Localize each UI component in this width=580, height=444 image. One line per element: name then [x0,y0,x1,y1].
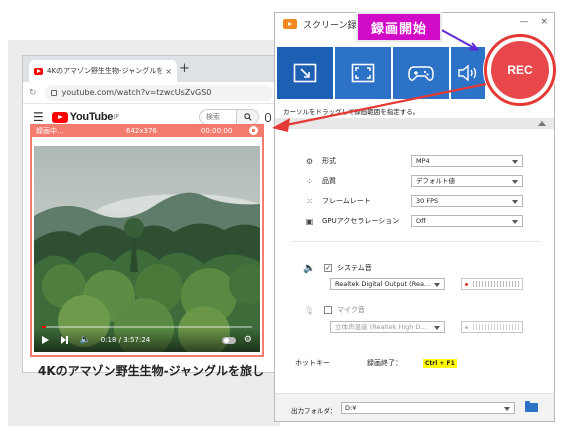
video-player[interactable]: 🔈 0:18 / 3:57:24 ⚙ [34,146,260,352]
recording-size: 642x376 [126,126,157,135]
mic-audio-device-row: 立体声混音 (Realtek High D... [275,320,554,334]
address-bar: ↻ youtube.com/watch?v=tzwcUsZvGS0 [23,82,279,104]
format-icon: ⚙ [305,156,314,166]
output-folder-label: 出力フォルダ： [291,407,337,415]
collapse-up-icon[interactable] [538,121,546,126]
screenshot-stage: 4Kのアマゾン野生生物-ジャングルを × + ↻ youtube.com/wat… [0,0,580,444]
region-capture-button[interactable] [277,47,333,99]
setting-framerate-row: ⁙ フレームレート 30 FPS [275,194,554,208]
recording-header: 録画中... 642x376 00:00:00 [30,124,264,137]
tab-close-icon[interactable]: × [165,67,172,76]
tab-title: 4Kのアマゾン野生生物-ジャングルを [47,67,163,75]
recording-time: 00:00:00 [200,126,233,135]
speaker-icon [458,64,477,82]
setting-gpu-row: ▣ GPUアクセラレーション Off [275,214,554,228]
fullscreen-capture-button[interactable] [335,47,391,99]
output-folder-select[interactable]: D:¥ [341,402,515,414]
gpu-icon: ▣ [305,216,314,226]
video-time: 0:18 / 3:57:24 [100,336,151,344]
system-audio-row: 🔈 ✓ システム音 [275,261,554,275]
section-divider [291,241,541,242]
youtube-search: 検索 [199,109,259,125]
quality-icon: ⁘ [306,176,313,186]
microphone-small-icon: 🎙 [304,305,315,315]
volume-icon[interactable]: 🔈 [80,335,91,345]
rec-button[interactable]: REC [491,41,549,99]
system-audio-device-select[interactable]: Realtek Digital Output (Rea... [330,278,445,290]
hotkey-stop-key[interactable]: Ctrl + F1 [423,358,457,368]
browser-tab-bar: 4Kのアマゾン野生生物-ジャングルを × + [23,56,279,82]
hotkey-row: ホットキー 録画終了： Ctrl + F1 [275,356,554,370]
mic-audio-device-select[interactable]: 立体声混音 (Realtek High D... [330,321,445,333]
framerate-select[interactable]: 30 FPS [411,195,523,207]
framerate-icon: ⁙ [306,196,313,206]
fullscreen-icon [351,63,375,83]
new-tab-button[interactable]: + [179,60,190,78]
youtube-logo[interactable]: YouTube JP [51,111,119,123]
recording-status: 録画中... [36,126,64,135]
close-button[interactable]: × [540,17,548,27]
youtube-region-label: JP [114,114,119,120]
reload-icon[interactable]: ↻ [29,88,37,98]
mic-audio-label: マイク音 [337,306,365,314]
search-button[interactable] [236,110,258,124]
hamburger-menu-icon[interactable]: ☰ [33,110,44,124]
hotkey-stop-label: 録画終了： [367,359,402,367]
recorder-app-icon [283,19,297,29]
region-hint-text: カーソルをドラッグして録画範囲を指定する。 [283,108,420,116]
microphone-icon[interactable] [265,112,271,122]
mic-audio-row: 🎙 マイク音 [275,303,554,317]
system-audio-label: システム音 [337,264,372,272]
browser-tab[interactable]: 4Kのアマゾン野生生物-ジャングルを × [29,60,177,82]
system-audio-checkbox[interactable]: ✓ [324,264,332,272]
search-icon [243,113,252,121]
next-video-icon[interactable] [61,336,68,344]
speaker-small-icon: 🔈 [303,262,316,274]
youtube-play-icon [51,111,68,123]
settings-gear-icon[interactable]: ⚙ [244,335,252,345]
audio-capture-button[interactable] [451,47,485,99]
setting-quality-row: ⁘ 品質 デフォルト値 [275,174,554,188]
youtube-favicon-icon [34,67,43,75]
autoplay-toggle-icon[interactable] [221,336,236,344]
setting-gpu-label: GPUアクセラレーション [322,217,400,225]
system-audio-level-meter [461,278,523,290]
youtube-search-input[interactable]: 検索 [200,112,236,122]
setting-format-row: ⚙ 形式 MP4 [275,154,554,168]
play-icon[interactable] [42,336,49,344]
rec-button-highlight: REC [484,34,556,106]
minimize-button[interactable]: — [519,17,528,27]
url-text: youtube.com/watch?v=tzwcUsZvGS0 [61,88,212,97]
system-audio-device-row: Realtek Digital Output (Rea... [275,277,554,291]
gpu-select[interactable]: Off [411,215,523,227]
game-capture-button[interactable] [393,47,449,99]
setting-framerate-label: フレームレート [322,197,371,205]
stop-recording-button[interactable] [249,126,258,135]
url-field[interactable]: youtube.com/watch?v=tzwcUsZvGS0 [44,84,273,101]
setting-format-label: 形式 [322,157,336,165]
settings-collapse-bar[interactable] [275,118,554,129]
setting-quality-label: 品質 [322,177,336,185]
output-folder-bar: 出力フォルダ： D:¥ [275,393,554,421]
mic-audio-checkbox[interactable] [324,306,332,314]
youtube-logo-text: YouTube [69,111,114,123]
region-select-icon [293,63,317,83]
open-folder-icon[interactable] [525,401,538,412]
hotkey-label: ホットキー [295,359,330,367]
format-select[interactable]: MP4 [411,155,523,167]
mic-audio-level-meter [461,321,523,333]
lock-icon [50,89,57,96]
jungle-video-frame [34,146,260,352]
video-controls: 🔈 0:18 / 3:57:24 ⚙ [34,328,260,352]
gamepad-icon [408,66,434,81]
start-recording-callout-label: 録画開始 [356,12,442,42]
recorder-title: スクリーン録 [303,20,357,31]
quality-select[interactable]: デフォルト値 [411,175,523,187]
video-title[interactable]: 4Kのアマゾン野生生物-ジャングルを旅した瞬 [38,362,264,379]
